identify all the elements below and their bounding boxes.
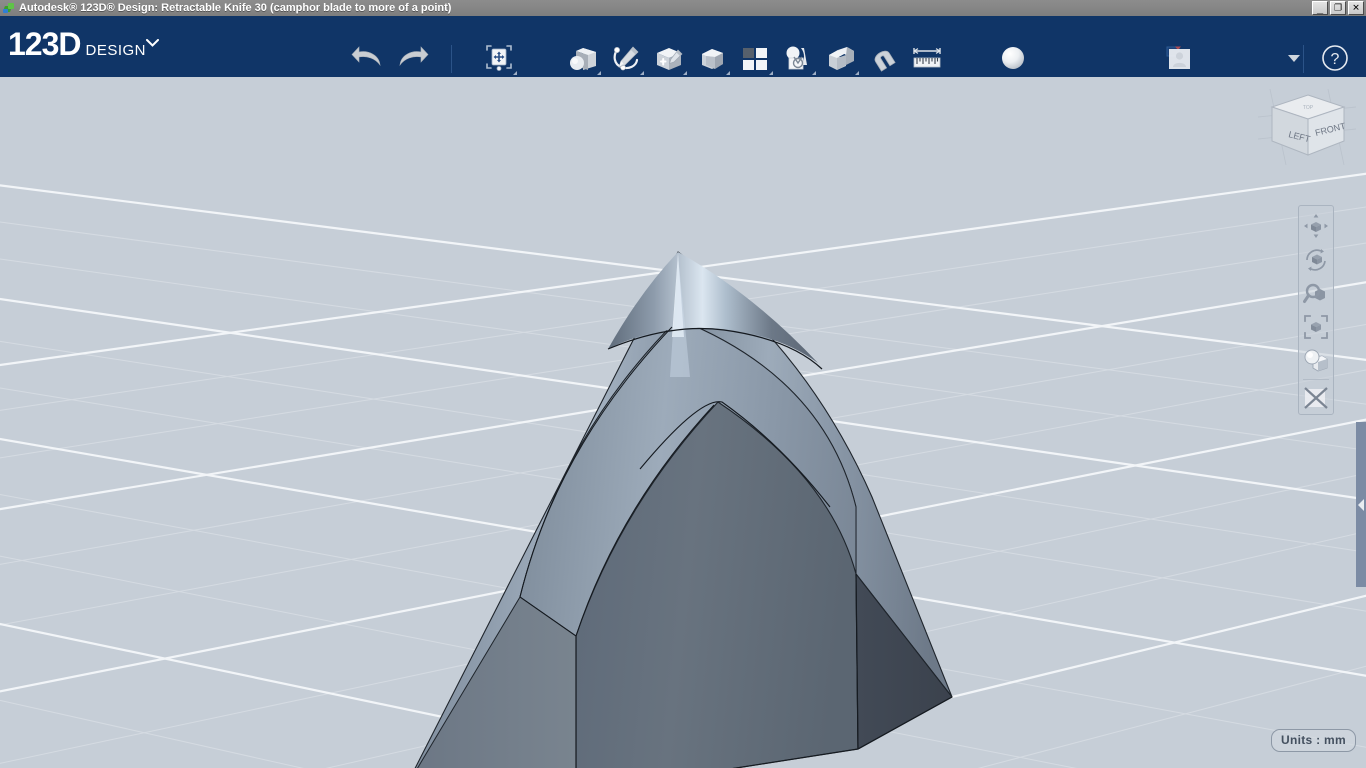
- redo-arrow-icon: [399, 46, 429, 67]
- orbit-rotate-icon: [1306, 248, 1326, 271]
- redo-button[interactable]: [392, 40, 432, 76]
- caret-down-icon: [1288, 55, 1300, 62]
- primitives-dropdown-icon[interactable]: [597, 71, 601, 75]
- modify-dropdown-icon[interactable]: [726, 71, 730, 75]
- window-controls: _ ❐ ✕: [1312, 1, 1364, 15]
- hide-grid-button[interactable]: [1300, 382, 1332, 414]
- grouping-dropdown-icon[interactable]: [812, 71, 816, 75]
- primitives-button[interactable]: [563, 40, 603, 76]
- modify-cube-icon: [702, 49, 723, 69]
- fit-button[interactable]: [1300, 312, 1332, 344]
- combine-solids-icon: [829, 47, 854, 70]
- window-title-bar: Autodesk® 123D® Design: Retractable Knif…: [0, 0, 1366, 17]
- restore-button[interactable]: ❐: [1330, 1, 1346, 15]
- retractable-knife-blade-model[interactable]: [0, 77, 1366, 768]
- modify-button[interactable]: [692, 40, 732, 76]
- combine-dropdown-icon[interactable]: [855, 71, 859, 75]
- minimize-icon: _: [1316, 3, 1324, 16]
- help-button[interactable]: ?: [1315, 40, 1355, 76]
- orbit-button[interactable]: [1300, 244, 1332, 276]
- right-panel-toggle[interactable]: [1356, 422, 1366, 587]
- pattern-button[interactable]: [735, 40, 775, 76]
- toolbar-separator-1: [451, 45, 452, 73]
- snap-button[interactable]: [864, 40, 904, 76]
- brand-suffix: DESIGN: [85, 42, 147, 59]
- ruler-measure-icon: [913, 48, 941, 68]
- view-styles-button[interactable]: [1300, 345, 1332, 377]
- view-cube[interactable]: LEFT FRONT TOP: [1256, 87, 1360, 167]
- close-button[interactable]: ✕: [1348, 1, 1364, 15]
- construct-dropdown-icon[interactable]: [683, 71, 687, 75]
- zoom-button[interactable]: [1300, 278, 1332, 310]
- primitives-icon: [570, 48, 596, 70]
- hide-grid-x-icon: [1304, 387, 1328, 409]
- transform-button[interactable]: [479, 40, 519, 76]
- grouping-button[interactable]: [778, 40, 818, 76]
- account-user-icon: [1166, 46, 1190, 69]
- pattern-dropdown-icon[interactable]: [769, 71, 773, 75]
- window-title: Autodesk® 123D® Design: Retractable Knif…: [19, 2, 452, 14]
- minimize-button[interactable]: _: [1312, 1, 1328, 15]
- pattern-grid-icon: [743, 48, 767, 70]
- combine-button[interactable]: [821, 40, 861, 76]
- transform-move-icon: [486, 45, 512, 71]
- material-button[interactable]: [993, 40, 1033, 76]
- close-icon: ✕: [1352, 2, 1360, 13]
- brand-mark: 123D: [8, 26, 81, 62]
- sketch-button[interactable]: [606, 40, 646, 76]
- account-button[interactable]: [1158, 40, 1198, 76]
- chevron-down-icon[interactable]: [146, 39, 159, 47]
- brand-logo[interactable]: 123D DESIGN: [8, 28, 146, 67]
- material-sphere-icon: [1002, 47, 1024, 69]
- transform-dropdown-icon[interactable]: [513, 71, 517, 75]
- viewport-3d[interactable]: LEFT FRONT TOP Units: mm: [0, 77, 1366, 768]
- help-question-icon: ?: [1322, 45, 1348, 71]
- more-button[interactable]: [1283, 40, 1305, 76]
- viewcube-face-top: TOP: [1303, 105, 1314, 111]
- construct-button[interactable]: [649, 40, 689, 76]
- zoom-magnifier-icon: [1303, 283, 1325, 303]
- construct-cube-icon: [657, 48, 683, 70]
- app-header: 123D DESIGN ?: [0, 17, 1366, 77]
- navigation-toolbar: [1298, 205, 1334, 415]
- undo-button[interactable]: [348, 40, 388, 76]
- measure-button[interactable]: [907, 40, 947, 76]
- pan-arrows-icon: [1304, 213, 1328, 238]
- sketch-dropdown-icon[interactable]: [640, 71, 644, 75]
- view-styles-icon: [1304, 349, 1328, 372]
- pan-button[interactable]: [1300, 210, 1332, 242]
- svg-text:?: ?: [1331, 51, 1340, 68]
- chevron-left-icon: [1357, 498, 1364, 511]
- sketch-pen-icon: [613, 46, 639, 71]
- undo-arrow-icon: [351, 46, 381, 67]
- grouping-icon: [786, 46, 807, 70]
- fit-to-view-icon: [1304, 315, 1328, 340]
- magnet-snap-icon: [874, 50, 896, 72]
- restore-icon: ❐: [1333, 2, 1343, 13]
- units-badge[interactable]: Units : mm: [1270, 729, 1356, 752]
- app-logo-icon: [3, 2, 15, 14]
